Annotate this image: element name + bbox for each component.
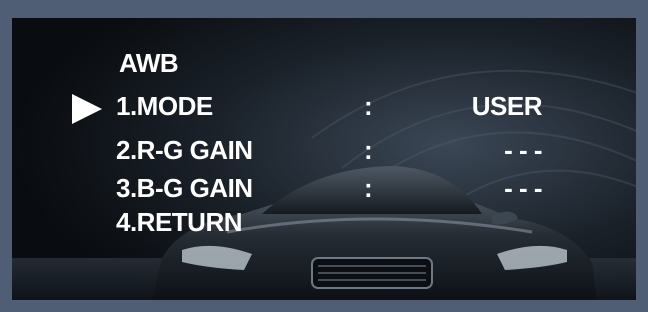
- menu-item-mode[interactable]: 1.MODE : USER: [12, 88, 636, 126]
- menu-item-label: 1.MODE: [116, 91, 213, 121]
- menu-item-separator: :: [364, 173, 373, 203]
- menu-item-value: - - -: [504, 135, 542, 165]
- menu-item-separator: :: [364, 91, 373, 121]
- menu-item-label: 4.RETURN: [116, 207, 243, 237]
- menu-item-b-g-gain[interactable]: 3.B-G GAIN : - - -: [12, 170, 636, 208]
- menu-item-value: - - -: [504, 173, 542, 203]
- menu-item-r-g-gain[interactable]: 2.R-G GAIN : - - -: [12, 132, 636, 170]
- menu-item-value: USER: [471, 91, 543, 121]
- menu-title: AWB: [119, 48, 179, 78]
- menu-item-separator: :: [364, 135, 373, 165]
- menu-item-return[interactable]: 4.RETURN: [12, 204, 636, 242]
- menu-item-label: 2.R-G GAIN: [116, 135, 253, 165]
- selection-arrow-icon: [72, 94, 102, 124]
- osd-menu-frame: AWB 1.MODE : USER 2.R-G GAIN : - - - 3.B…: [12, 18, 636, 300]
- menu-item-label: 3.B-G GAIN: [116, 173, 253, 203]
